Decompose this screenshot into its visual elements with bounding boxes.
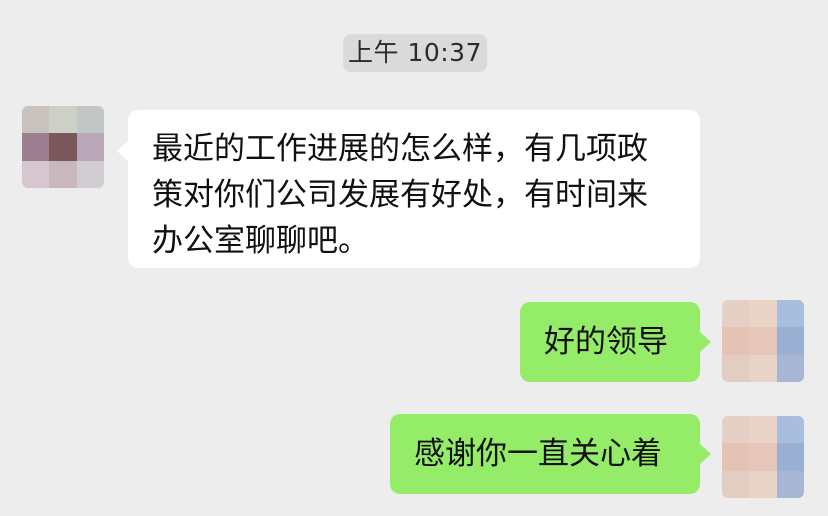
avatar-mosaic-cell <box>22 160 50 188</box>
avatar-mosaic-cell <box>749 443 777 471</box>
avatar-mosaic-cell <box>776 300 804 328</box>
avatar-mosaic-cell <box>722 300 750 328</box>
message-text-line: 策对你们公司发展有好处，有时间来 <box>152 177 648 213</box>
contact-avatar[interactable] <box>22 106 104 188</box>
avatar-mosaic-cell <box>722 354 750 382</box>
avatar-mosaic-cell <box>76 106 104 134</box>
avatar-mosaic-cell <box>722 470 750 498</box>
avatar-mosaic-cell <box>76 133 104 161</box>
avatar-mosaic-cell <box>776 327 804 355</box>
message-text-line: 办公室聊聊吧。 <box>152 223 369 259</box>
avatar-mosaic-cell <box>749 470 777 498</box>
avatar-mosaic-cell <box>722 416 750 444</box>
avatar-mosaic-cell <box>776 354 804 382</box>
outgoing-message-bubble[interactable]: 好的领导 <box>520 302 711 382</box>
message-text: 好的领导 <box>544 324 668 360</box>
avatar-mosaic-cell <box>776 443 804 471</box>
outgoing-message-bubble[interactable]: 感谢你一直关心着 <box>390 414 711 494</box>
avatar-mosaic-cell <box>49 160 77 188</box>
message-text: 感谢你一直关心着 <box>414 436 662 472</box>
message-text-line: 最近的工作进展的怎么样，有几项政 <box>152 131 648 167</box>
avatar-mosaic-cell <box>776 470 804 498</box>
incoming-message-bubble[interactable]: 最近的工作进展的怎么样，有几项政 策对你们公司发展有好处，有时间来 办公室聊聊吧… <box>117 110 700 268</box>
chat-window: 上午 10:37 最近的工作进展的怎么样，有几项政 策对你们公司发展有好处，有时… <box>0 0 828 516</box>
self-avatar[interactable] <box>722 416 804 498</box>
avatar-mosaic-cell <box>776 416 804 444</box>
avatar-mosaic-cell <box>22 133 50 161</box>
avatar-mosaic-cell <box>49 133 77 161</box>
avatar-mosaic-cell <box>749 300 777 328</box>
avatar-mosaic-cell <box>722 327 750 355</box>
avatar-mosaic-cell <box>749 327 777 355</box>
self-avatar[interactable] <box>722 300 804 382</box>
avatar-mosaic-cell <box>49 106 77 134</box>
avatar-mosaic-cell <box>76 160 104 188</box>
avatar-mosaic-cell <box>749 354 777 382</box>
avatar-mosaic-cell <box>749 416 777 444</box>
avatar-mosaic-cell <box>22 106 50 134</box>
message-timestamp: 上午 10:37 <box>343 34 487 72</box>
avatar-mosaic-cell <box>722 443 750 471</box>
